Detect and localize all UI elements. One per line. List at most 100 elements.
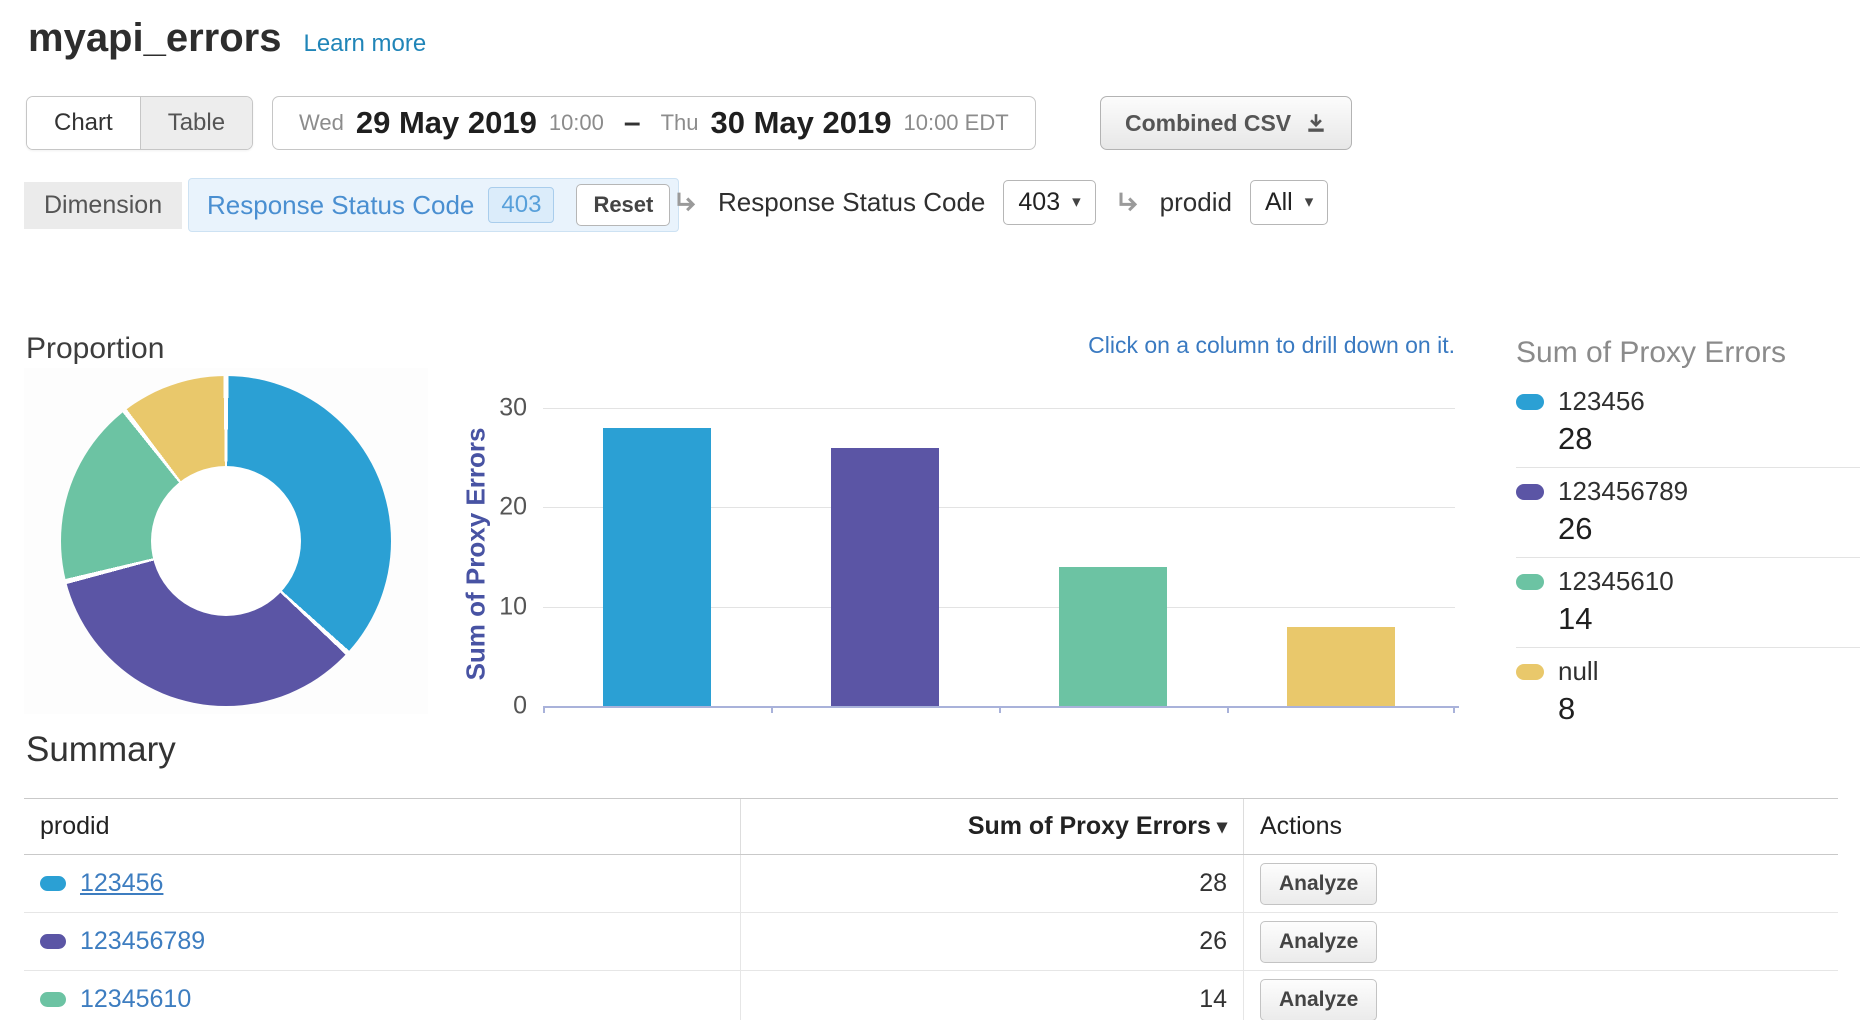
- donut-chart: [61, 376, 391, 706]
- drilldown-name-prodid: prodid: [1160, 187, 1232, 218]
- legend-swatch: [1516, 394, 1544, 410]
- drilldown-arrow-icon: [672, 188, 700, 216]
- column-header-actions: Actions: [1243, 799, 1838, 854]
- drilldown-hint: Click on a column to drill down on it.: [990, 332, 1455, 359]
- legend-items: 123456 28 123456789 26 12345610 14 null 8: [1516, 378, 1860, 737]
- date-end-date: 30 May 2019: [711, 105, 892, 141]
- page-title: myapi_errors: [28, 16, 281, 61]
- learn-more-link[interactable]: Learn more: [303, 30, 426, 58]
- csv-button-label: Combined CSV: [1125, 110, 1291, 137]
- bar-null[interactable]: [1287, 627, 1395, 706]
- table-row: 12345610 14 Analyze: [24, 971, 1838, 1020]
- bar-12345610[interactable]: [1059, 567, 1167, 706]
- cell-actions: Analyze: [1243, 913, 1838, 970]
- x-tick: [999, 706, 1001, 713]
- legend-label: 12345610: [1558, 566, 1674, 597]
- legend-label: 123456: [1558, 386, 1645, 417]
- cell-actions: Analyze: [1243, 855, 1838, 912]
- summary-table: prodid Sum of Proxy Errors ▾ Actions 123…: [24, 798, 1838, 1020]
- column-header-prodid: prodid: [24, 799, 740, 854]
- prodid-dropdown[interactable]: All ▾: [1250, 180, 1328, 225]
- y-axis-label: Sum of Proxy Errors: [461, 428, 492, 681]
- table-header: prodid Sum of Proxy Errors ▾ Actions: [24, 798, 1838, 855]
- date-start-time: 10:00: [549, 110, 604, 136]
- combined-csv-button[interactable]: Combined CSV: [1100, 96, 1352, 150]
- cell-prodid: 12345610: [24, 971, 740, 1020]
- analyze-button[interactable]: Analyze: [1260, 979, 1377, 1020]
- prodid-link[interactable]: 123456: [80, 869, 163, 898]
- bar-123456[interactable]: [603, 428, 711, 706]
- status-code-dropdown-value: 403: [1018, 188, 1060, 217]
- table-row: 123456 28 Analyze: [24, 855, 1838, 913]
- x-axis-line: [543, 706, 1459, 708]
- y-tick-label: 20: [499, 493, 527, 522]
- y-tick-label: 30: [499, 394, 527, 423]
- sort-desc-icon: ▾: [1217, 814, 1227, 839]
- prodid-link[interactable]: 12345610: [80, 985, 191, 1014]
- chart-legend: Sum of Proxy Errors 12345628123456789261…: [1516, 336, 1860, 737]
- table-row: 123456789 26 Analyze: [24, 913, 1838, 971]
- view-toggle: Chart Table: [26, 96, 253, 150]
- x-tick: [543, 706, 545, 713]
- legend-label: null: [1558, 656, 1598, 687]
- status-code-dropdown[interactable]: 403 ▾: [1003, 180, 1095, 225]
- y-tick-label: 0: [513, 692, 527, 721]
- analyze-button[interactable]: Analyze: [1260, 863, 1377, 905]
- legend-item: null 8: [1516, 648, 1860, 737]
- legend-swatch: [1516, 664, 1544, 680]
- chevron-down-icon: ▾: [1305, 192, 1314, 212]
- legend-item: 123456 28: [1516, 378, 1860, 468]
- tab-chart[interactable]: Chart: [27, 97, 140, 149]
- cell-value: 26: [740, 913, 1243, 970]
- legend-swatch: [1516, 484, 1544, 500]
- date-end-time: 10:00 EDT: [903, 110, 1008, 136]
- legend-value: 8: [1516, 691, 1860, 727]
- dimension-label: Dimension: [24, 182, 182, 229]
- proportion-label: Proportion: [26, 332, 164, 366]
- date-end-day: Thu: [661, 110, 699, 136]
- series-color-dot: [40, 876, 66, 891]
- drilldown-name-status-code: Response Status Code: [718, 187, 985, 218]
- legend-title: Sum of Proxy Errors: [1516, 336, 1860, 370]
- series-color-dot: [40, 934, 66, 949]
- legend-value: 28: [1516, 421, 1860, 457]
- legend-item: 123456789 26: [1516, 468, 1860, 558]
- legend-value: 26: [1516, 511, 1860, 547]
- column-header-sum-label: Sum of Proxy Errors: [968, 812, 1211, 841]
- cell-prodid: 123456789: [24, 913, 740, 970]
- date-start-date: 29 May 2019: [356, 105, 537, 141]
- date-start-day: Wed: [299, 110, 344, 136]
- legend-label: 123456789: [1558, 476, 1688, 507]
- x-tick: [771, 706, 773, 713]
- header: myapi_errors Learn more: [28, 16, 426, 61]
- applied-filter-name[interactable]: Response Status Code: [207, 190, 474, 221]
- date-range-separator: –: [624, 106, 641, 140]
- analyze-button[interactable]: Analyze: [1260, 921, 1377, 963]
- cell-value: 14: [740, 971, 1243, 1020]
- legend-item: 12345610 14: [1516, 558, 1860, 648]
- chevron-down-icon: ▾: [1072, 192, 1081, 212]
- x-tick: [1453, 706, 1455, 713]
- drilldown-controls: Response Status Code 403 ▾ prodid All ▾: [672, 178, 1328, 226]
- date-range-picker[interactable]: Wed 29 May 2019 10:00 – Thu 30 May 2019 …: [272, 96, 1036, 150]
- table-body: 12345628Analyze12345678926Analyze1234561…: [24, 855, 1838, 1020]
- tab-table[interactable]: Table: [140, 97, 252, 149]
- bar-plot: 0102030: [543, 400, 1455, 708]
- x-tick: [1227, 706, 1229, 713]
- bar-123456789[interactable]: [831, 448, 939, 706]
- legend-value: 14: [1516, 601, 1860, 637]
- applied-filter-chip: Response Status Code 403 Reset: [188, 178, 679, 232]
- prodid-dropdown-value: All: [1265, 188, 1293, 217]
- drilldown-arrow-icon: [1114, 188, 1142, 216]
- prodid-link[interactable]: 123456789: [80, 927, 205, 956]
- column-header-sum[interactable]: Sum of Proxy Errors ▾: [740, 799, 1243, 854]
- summary-title: Summary: [26, 730, 176, 770]
- y-tick-label: 10: [499, 592, 527, 621]
- cell-prodid: 123456: [24, 855, 740, 912]
- series-color-dot: [40, 992, 66, 1007]
- cell-actions: Analyze: [1243, 971, 1838, 1020]
- cell-value: 28: [740, 855, 1243, 912]
- legend-swatch: [1516, 574, 1544, 590]
- report-page: myapi_errors Learn more Chart Table Wed …: [0, 0, 1860, 1020]
- reset-button[interactable]: Reset: [576, 184, 670, 226]
